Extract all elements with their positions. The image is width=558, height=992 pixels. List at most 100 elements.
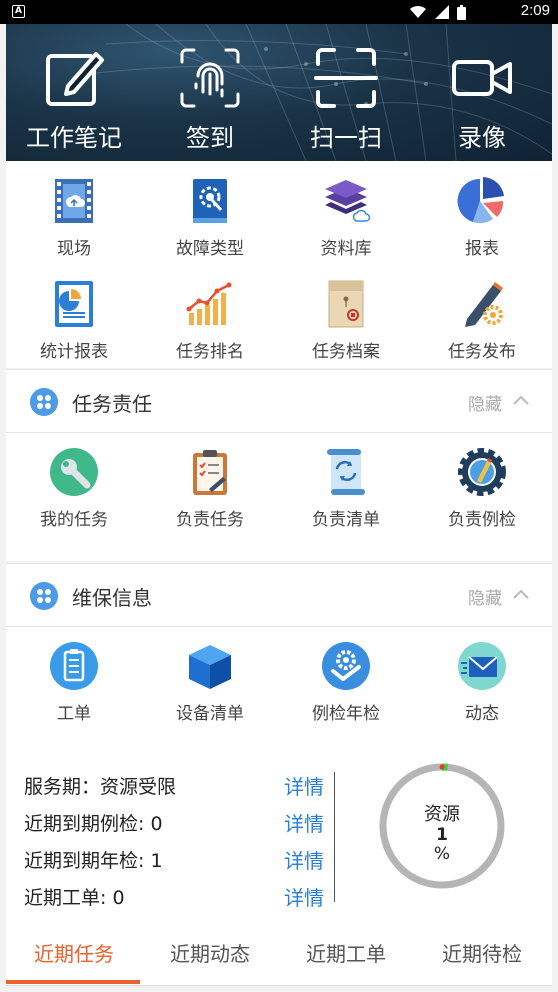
gear-pencil-icon — [458, 448, 506, 496]
quick-actions-banner: 工作笔记 签到 扫一扫 录像 — [6, 24, 552, 161]
grid-item-label: 统计报表 — [40, 342, 108, 362]
archive-folder-icon — [328, 280, 364, 328]
grid-item-fault-type[interactable]: 故障类型 — [142, 176, 278, 259]
wifi-icon — [410, 5, 426, 18]
grid-item-label: 故障类型 — [176, 239, 244, 259]
active-tab-indicator — [6, 980, 140, 984]
grid-item-label: 现场 — [57, 239, 91, 259]
grid-item-responsible-list[interactable]: 负责清单 — [278, 447, 414, 530]
clipboard-icon — [193, 450, 227, 495]
section-grid-icon — [30, 388, 58, 416]
section-hide-toggle[interactable]: 隐藏 — [468, 584, 502, 609]
wrench-circle-icon — [50, 448, 98, 496]
recent-work-orders-text: 近期工单: 0 — [24, 887, 125, 909]
fingerprint-icon — [180, 48, 240, 108]
film-cloud-icon — [55, 179, 93, 223]
service-period-text: 服务期：资源受限 — [24, 776, 177, 798]
section-title: 任务责任 — [72, 392, 152, 416]
grid-item-label: 任务档案 — [312, 342, 380, 362]
quick-action-record[interactable]: 录像 — [414, 46, 550, 153]
grid-item-label: 工单 — [57, 704, 91, 724]
checklist-icon — [50, 642, 98, 690]
grid-item-task-archive[interactable]: 任务档案 — [278, 279, 414, 362]
section-title: 维保信息 — [72, 586, 152, 610]
gauge-value: 1 — [436, 825, 448, 845]
stacked-layers-icon — [325, 180, 371, 222]
chevron-up-icon[interactable] — [512, 394, 530, 406]
battery-icon — [457, 4, 466, 20]
status-bar: A 2:09 — [0, 0, 558, 24]
grid-item-label: 我的任务 — [40, 510, 108, 530]
gear-book-icon — [193, 179, 227, 223]
grid-item-label: 负责任务 — [176, 510, 244, 530]
main-feature-grid: 现场 故障类型 资料库 报表 统计报表 任务排名 任务档案 任务发布 — [6, 161, 552, 368]
grid-item-label: 任务发布 — [448, 342, 516, 362]
quick-action-sign-in[interactable]: 签到 — [142, 46, 278, 153]
grid-item-label: 例检年检 — [312, 704, 380, 724]
gauge-label: 资源 — [424, 804, 460, 825]
summary-panel: 服务期：资源受限 详情 近期到期例检: 0 详情 近期到期年检: 1 详情 近期… — [6, 752, 552, 918]
signal-icon — [435, 5, 449, 19]
grid-item-responsible-inspection[interactable]: 负责例检 — [414, 447, 550, 530]
grid-item-library[interactable]: 资料库 — [278, 176, 414, 259]
app-indicator-icon: A — [12, 5, 25, 18]
grid-item-routine-annual-inspection[interactable]: 例检年检 — [278, 641, 414, 724]
tab-recent-pending-inspection[interactable]: 近期待检 — [414, 938, 550, 967]
routine-inspection-due-text: 近期到期例检: 0 — [24, 813, 163, 835]
bar-chart-icon — [186, 282, 232, 325]
quick-action-label: 签到 — [186, 124, 234, 152]
status-time: 2:09 — [520, 2, 550, 19]
task-feature-grid: 我的任务 负责任务 负责清单 负责例检 — [6, 433, 552, 561]
grid-item-label: 负责例检 — [448, 510, 516, 530]
grid-item-task-ranking[interactable]: 任务排名 — [142, 279, 278, 362]
section-header-task: 任务责任 隐藏 — [6, 369, 552, 433]
quick-action-label: 录像 — [458, 124, 506, 152]
grid-item-label: 任务排名 — [176, 342, 244, 362]
tab-recent-work-orders[interactable]: 近期工单 — [278, 938, 414, 967]
stat-document-icon — [55, 281, 93, 327]
grid-item-task-publish[interactable]: 任务发布 — [414, 279, 550, 362]
tab-recent-tasks[interactable]: 近期任务 — [6, 938, 142, 967]
gauge-unit: % — [433, 844, 451, 864]
pie-chart-icon — [457, 177, 504, 224]
grid-item-equipment-list[interactable]: 设备清单 — [142, 641, 278, 724]
grid-item-label: 设备清单 — [176, 704, 244, 724]
annual-inspection-due-text: 近期到期年检: 1 — [24, 850, 163, 872]
section-header-maintenance: 维保信息 隐藏 — [6, 563, 552, 627]
quick-action-work-notes[interactable]: 工作笔记 — [6, 46, 142, 153]
gear-check-icon — [322, 642, 370, 690]
pencil-gear-icon — [465, 282, 503, 327]
routine-inspection-detail-link[interactable]: 详情 — [284, 808, 324, 837]
grid-item-report[interactable]: 报表 — [414, 176, 550, 259]
tab-recent-activity[interactable]: 近期动态 — [142, 938, 278, 967]
cube-icon — [189, 645, 231, 689]
grid-item-my-tasks[interactable]: 我的任务 — [6, 447, 142, 530]
grid-item-responsible-tasks[interactable]: 负责任务 — [142, 447, 278, 530]
quick-action-label: 扫一扫 — [310, 124, 382, 152]
annual-inspection-detail-link[interactable]: 详情 — [284, 845, 324, 874]
recent-work-orders-detail-link[interactable]: 详情 — [284, 882, 324, 911]
quick-action-scan[interactable]: 扫一扫 — [278, 46, 414, 153]
grid-item-label: 动态 — [465, 704, 499, 724]
gauge-readout: 资源 1 % — [378, 800, 506, 864]
video-camera-icon — [452, 60, 512, 96]
chevron-up-icon[interactable] — [512, 588, 530, 600]
grid-item-label: 资料库 — [320, 239, 372, 259]
grid-item-scene[interactable]: 现场 — [6, 176, 142, 259]
section-hide-toggle[interactable]: 隐藏 — [468, 390, 502, 415]
grid-item-label: 报表 — [465, 239, 499, 259]
edit-note-icon — [46, 52, 104, 106]
grid-item-label: 负责清单 — [312, 510, 380, 530]
section-grid-icon — [30, 582, 58, 610]
envelope-icon — [458, 642, 506, 690]
grid-item-work-order[interactable]: 工单 — [6, 641, 142, 724]
scan-icon — [314, 48, 378, 108]
vertical-divider — [334, 772, 335, 902]
grid-item-activity[interactable]: 动态 — [414, 641, 550, 724]
recent-tabs: 近期任务 近期动态 近期工单 近期待检 — [6, 918, 552, 986]
quick-action-label: 工作笔记 — [26, 124, 122, 152]
maintenance-feature-grid: 工单 设备清单 例检年检 动态 — [6, 627, 552, 752]
scroll-list-icon — [327, 449, 365, 495]
service-period-detail-link[interactable]: 详情 — [284, 771, 324, 800]
grid-item-stat-report[interactable]: 统计报表 — [6, 279, 142, 362]
